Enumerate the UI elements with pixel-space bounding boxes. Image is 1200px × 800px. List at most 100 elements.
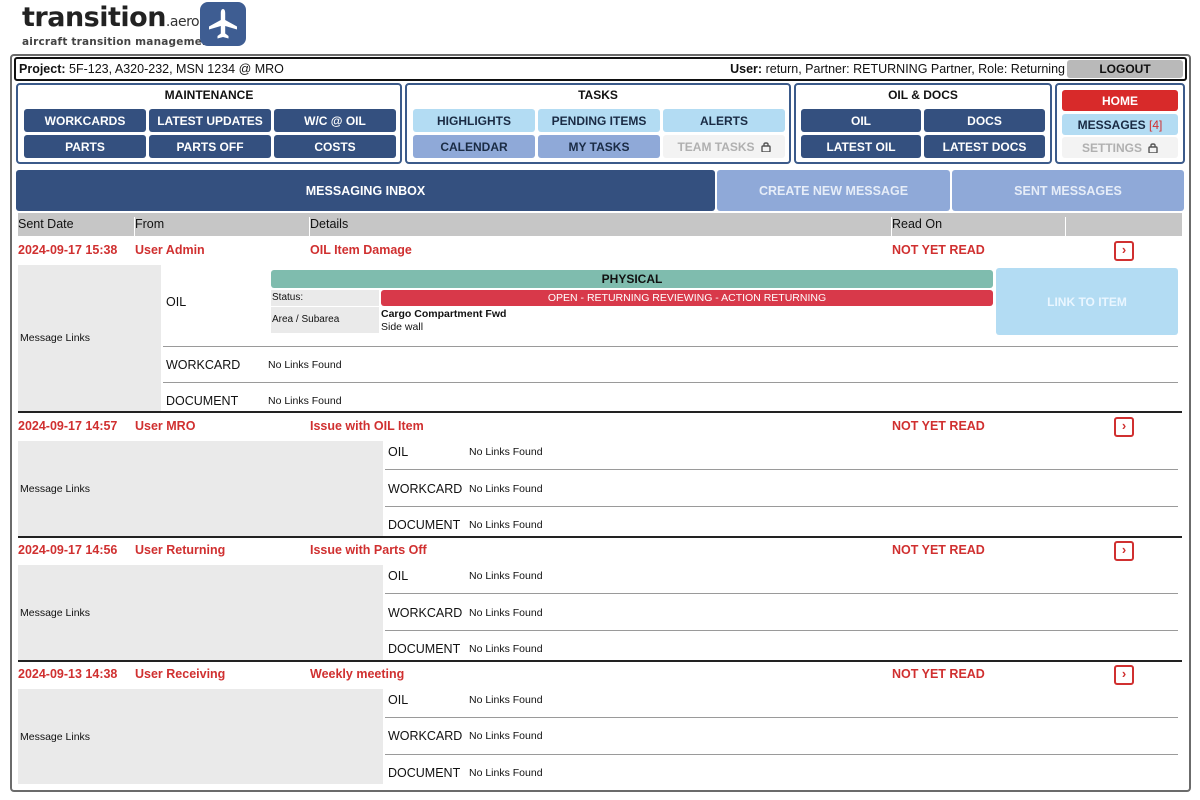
airplane-icon (200, 2, 246, 46)
oil-no-links: No Links Found (469, 446, 543, 458)
open-message-arrow-icon[interactable]: › (1114, 665, 1134, 685)
col-from[interactable]: From (135, 217, 164, 231)
message-from: User MRO (135, 419, 196, 433)
oil-docs-panel: OIL & DOCS OIL DOCS LATEST OIL LATEST DO… (794, 83, 1052, 164)
message-date: 2024-09-17 14:57 (18, 419, 118, 433)
tab-sent-messages[interactable]: SENT MESSAGES (952, 170, 1184, 211)
alerts-button[interactable]: ALERTS (663, 109, 785, 132)
subarea-value: Side wall (381, 321, 424, 333)
message-links-label: Message Links (20, 731, 91, 743)
team-tasks-button: TEAM TASKS (663, 135, 785, 158)
col-read-on[interactable]: Read On (892, 217, 942, 231)
document-no-links: No Links Found (469, 643, 543, 655)
open-message-arrow-icon[interactable]: › (1114, 541, 1134, 561)
docs-button[interactable]: DOCS (924, 109, 1045, 132)
document-no-links: No Links Found (469, 767, 543, 779)
workcard-link-label: WORKCARD (388, 606, 463, 620)
settings-label: SETTINGS (1081, 140, 1142, 155)
message-links-label: Message Links (20, 332, 91, 344)
workcard-no-links: No Links Found (469, 483, 543, 495)
project-info: Project: 5F-123, A320-232, MSN 1234 @ MR… (19, 62, 284, 76)
message-links-box: Message Links (18, 565, 383, 660)
highlights-button[interactable]: HIGHLIGHTS (413, 109, 535, 132)
logout-button[interactable]: LOGOUT (1067, 60, 1183, 78)
message-links-label: Message Links (20, 483, 91, 495)
table-row[interactable]: 2024-09-17 14:57 User MRO Issue with OIL… (18, 416, 1182, 437)
wc-at-oil-button[interactable]: W/C @ OIL (274, 109, 396, 132)
oil-docs-title: OIL & DOCS (888, 88, 958, 102)
message-details: OIL Item Damage (310, 243, 412, 257)
message-links-box: Message Links (18, 689, 383, 784)
message-links-box: Message Links (18, 441, 383, 536)
message-details: Issue with OIL Item (310, 419, 424, 433)
message-from: User Returning (135, 543, 226, 557)
table-row[interactable]: 2024-09-13 14:38 User Receiving Weekly m… (18, 664, 1182, 685)
workcard-link-label: WORKCARD (388, 729, 463, 743)
workcards-button[interactable]: WORKCARDS (24, 109, 146, 132)
oil-button[interactable]: OIL (801, 109, 921, 132)
lock-icon (1148, 143, 1158, 153)
oil-no-links: No Links Found (469, 694, 543, 706)
status-value: OPEN - RETURNING REVIEWING - ACTION RETU… (381, 290, 993, 306)
message-details: Issue with Parts Off (310, 543, 427, 557)
open-message-arrow-icon[interactable]: › (1114, 417, 1134, 437)
home-button[interactable]: HOME (1062, 90, 1178, 111)
message-details: Weekly meeting (310, 667, 405, 681)
latest-updates-button[interactable]: LATEST UPDATES (149, 109, 271, 132)
area-label: Area / Subarea (271, 307, 379, 333)
settings-button: SETTINGS (1062, 137, 1178, 158)
messages-label: MESSAGES (1077, 117, 1146, 132)
tab-messaging-inbox[interactable]: MESSAGING INBOX (16, 170, 715, 211)
calendar-button[interactable]: CALENDAR (413, 135, 535, 158)
project-bar: Project: 5F-123, A320-232, MSN 1234 @ MR… (14, 57, 1187, 81)
table-header: Sent Date From Details Read On (18, 213, 1182, 240)
latest-docs-button[interactable]: LATEST DOCS (924, 135, 1045, 158)
workcard-no-links: No Links Found (469, 730, 543, 742)
maintenance-panel: MAINTENANCE WORKCARDS LATEST UPDATES W/C… (16, 83, 402, 164)
status-label: Status: (271, 290, 379, 306)
message-read-on: NOT YET READ (892, 243, 985, 257)
tab-create-new-message[interactable]: CREATE NEW MESSAGE (717, 170, 950, 211)
parts-button[interactable]: PARTS (24, 135, 146, 158)
message-date: 2024-09-17 15:38 (18, 243, 118, 257)
pending-items-button[interactable]: PENDING ITEMS (538, 109, 660, 132)
document-no-links: No Links Found (268, 395, 342, 407)
message-date: 2024-09-13 14:38 (18, 667, 118, 681)
document-link-label: DOCUMENT (388, 766, 461, 780)
costs-button[interactable]: COSTS (274, 135, 396, 158)
oil-link-label: OIL (388, 445, 409, 459)
oil-category: PHYSICAL (271, 270, 993, 288)
workcard-link-label: WORKCARD (388, 482, 463, 496)
tasks-panel: TASKS HIGHLIGHTS PENDING ITEMS ALERTS CA… (405, 83, 791, 164)
workcard-link-label: WORKCARD (166, 358, 241, 372)
oil-link-label: OIL (388, 693, 409, 707)
document-no-links: No Links Found (469, 519, 543, 531)
col-details[interactable]: Details (310, 217, 348, 231)
table-row[interactable]: 2024-09-17 15:38 User Admin OIL Item Dam… (18, 240, 1182, 261)
document-link-label: DOCUMENT (388, 642, 461, 656)
message-date: 2024-09-17 14:56 (18, 543, 118, 557)
my-tasks-button[interactable]: MY TASKS (538, 135, 660, 158)
side-panel: HOME MESSAGES [4] SETTINGS (1055, 83, 1185, 164)
user-info: User: return, Partner: RETURNING Partner… (730, 62, 1065, 76)
message-read-on: NOT YET READ (892, 419, 985, 433)
area-value: Cargo Compartment Fwd (381, 308, 507, 320)
col-sent-date[interactable]: Sent Date (18, 217, 74, 231)
tasks-title: TASKS (578, 88, 618, 102)
document-link-label: DOCUMENT (388, 518, 461, 532)
document-link-label: DOCUMENT (166, 394, 239, 408)
latest-oil-button[interactable]: LATEST OIL (801, 135, 921, 158)
message-read-on: NOT YET READ (892, 543, 985, 557)
link-to-item-button[interactable]: LINK TO ITEM (996, 268, 1178, 335)
open-message-arrow-icon[interactable]: › (1114, 241, 1134, 261)
messages-button[interactable]: MESSAGES [4] (1062, 114, 1178, 135)
table-row[interactable]: 2024-09-17 14:56 User Returning Issue wi… (18, 540, 1182, 561)
message-read-on: NOT YET READ (892, 667, 985, 681)
message-from: User Admin (135, 243, 205, 257)
workcard-no-links: No Links Found (469, 607, 543, 619)
messages-count-badge: [4] (1149, 117, 1163, 132)
oil-link-label: OIL (166, 295, 187, 309)
maintenance-title: MAINTENANCE (164, 88, 254, 102)
parts-off-button[interactable]: PARTS OFF (149, 135, 271, 158)
message-links-label: Message Links (20, 607, 91, 619)
